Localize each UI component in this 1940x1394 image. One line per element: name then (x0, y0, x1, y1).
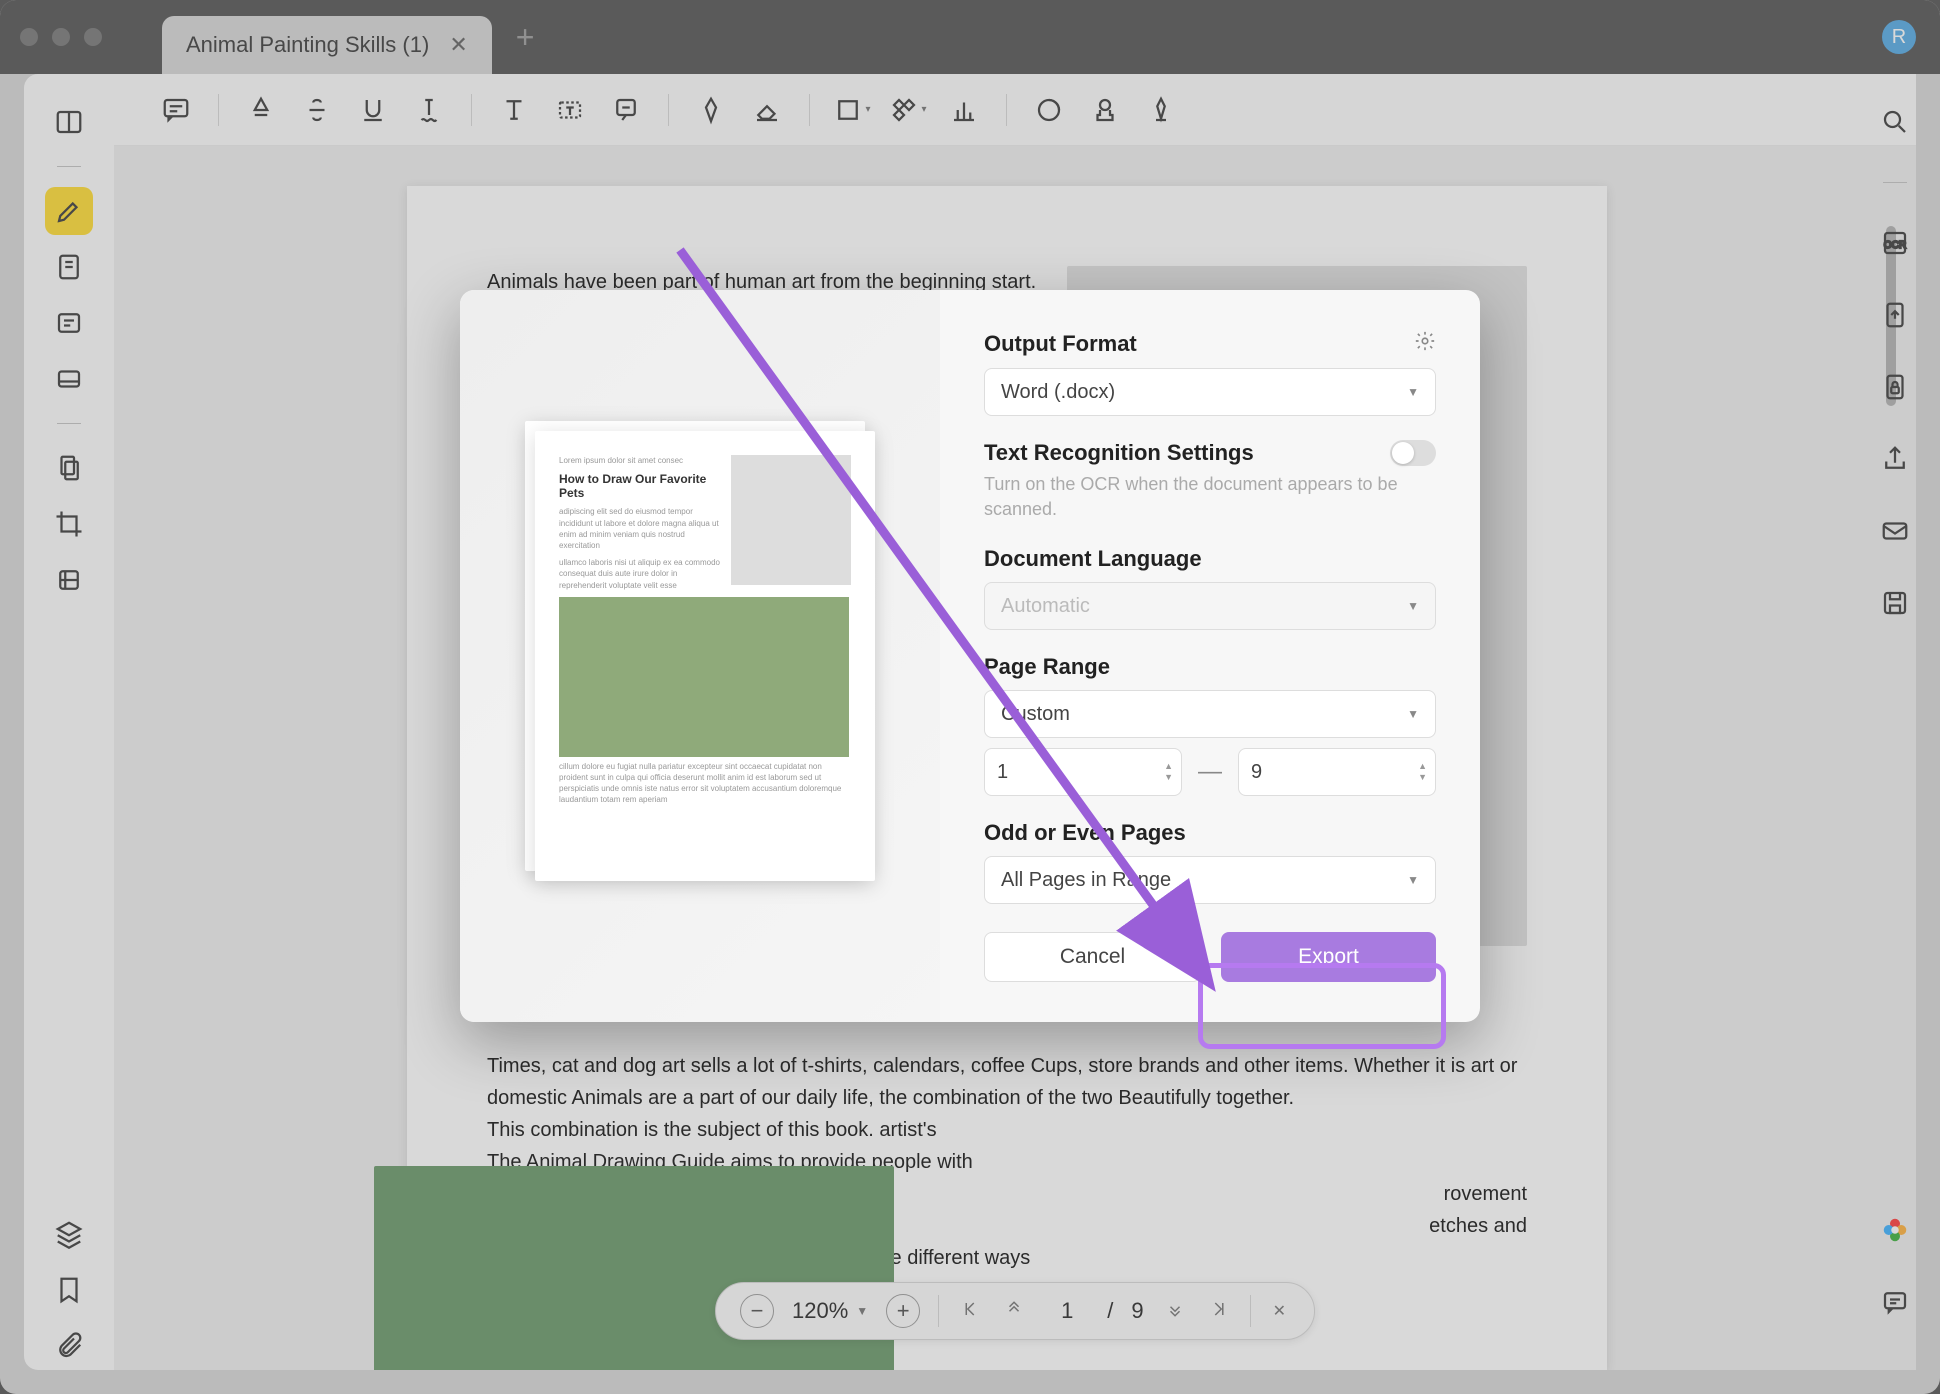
stepper-down-icon[interactable]: ▼ (1164, 773, 1173, 782)
stepper-up-icon[interactable]: ▲ (1164, 762, 1173, 771)
export-form: Output Format Word (.docx)▼ Text Recogni… (940, 290, 1480, 1022)
odd-even-select[interactable]: All Pages in Range▼ (984, 856, 1436, 904)
export-preview-pane: Lorem ipsum dolor sit amet consec How to… (460, 290, 940, 1022)
output-format-select[interactable]: Word (.docx)▼ (984, 368, 1436, 416)
range-dash: — (1198, 758, 1222, 786)
chevron-down-icon: ▼ (1407, 873, 1419, 887)
preview-thumbnail-image (731, 455, 851, 585)
settings-gear-icon[interactable] (1414, 330, 1436, 358)
preview-thumbnail-image (559, 597, 849, 757)
stepper-down-icon[interactable]: ▼ (1418, 773, 1427, 782)
ocr-helper-text: Turn on the OCR when the document appear… (984, 472, 1436, 522)
chevron-down-icon: ▼ (1407, 707, 1419, 721)
cancel-button[interactable]: Cancel (984, 932, 1201, 982)
page-range-select[interactable]: Custom▼ (984, 690, 1436, 738)
range-from-input[interactable]: 1▲▼ (984, 748, 1182, 796)
odd-even-label: Odd or Even Pages (984, 820, 1186, 846)
app-window: Animal Painting Skills (1) ✕ + R (0, 0, 1940, 1394)
preview-page-front: Lorem ipsum dolor sit amet consec How to… (535, 431, 875, 881)
export-dialog: Lorem ipsum dolor sit amet consec How to… (460, 290, 1480, 1022)
stepper-up-icon[interactable]: ▲ (1418, 762, 1427, 771)
language-select[interactable]: Automatic▼ (984, 582, 1436, 630)
page-range-label: Page Range (984, 654, 1110, 680)
language-label: Document Language (984, 546, 1202, 572)
chevron-down-icon: ▼ (1407, 599, 1419, 613)
export-button[interactable]: Export (1221, 932, 1436, 982)
chevron-down-icon: ▼ (1407, 385, 1419, 399)
ocr-toggle[interactable] (1390, 440, 1436, 466)
output-format-label: Output Format (984, 331, 1137, 357)
ocr-label: Text Recognition Settings (984, 440, 1254, 466)
preview-text: cillum dolore eu fugiat nulla pariatur e… (559, 761, 851, 806)
preview-page-stack: Lorem ipsum dolor sit amet consec How to… (525, 421, 875, 891)
range-to-input[interactable]: 9▲▼ (1238, 748, 1436, 796)
